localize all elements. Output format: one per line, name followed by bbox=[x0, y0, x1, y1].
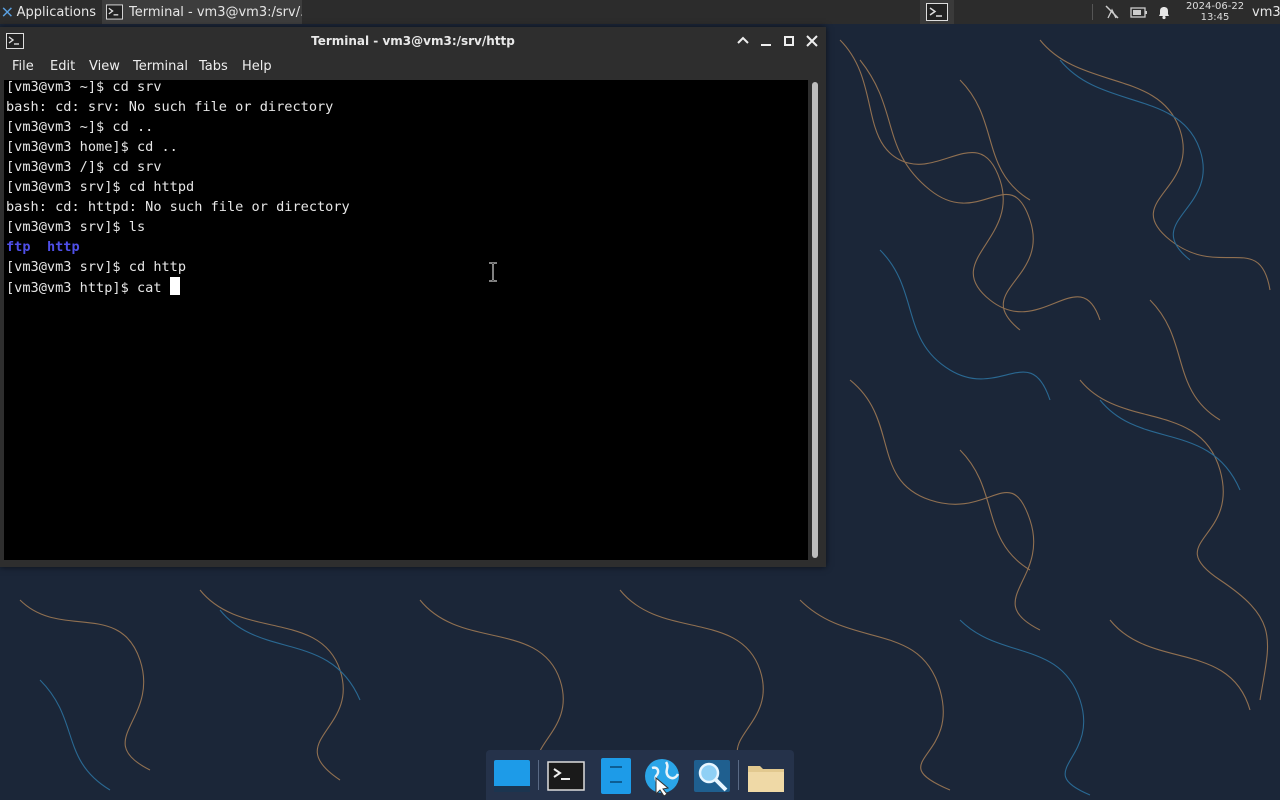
window-title: Terminal - vm3@vm3:/srv/http bbox=[311, 34, 515, 48]
user-menu[interactable]: vm3 bbox=[1252, 0, 1280, 24]
menu-file[interactable]: File bbox=[12, 59, 34, 74]
menu-tabs[interactable]: Tabs bbox=[199, 59, 228, 74]
top-panel: Applications Terminal - vm3@vm3:/srv/...… bbox=[0, 0, 1280, 24]
window-titlebar[interactable]: Terminal - vm3@vm3:/srv/http bbox=[0, 27, 826, 56]
clock-date: 2024-06-22 bbox=[1185, 1, 1245, 12]
menu-bar: File Edit View Terminal Tabs Help bbox=[0, 56, 826, 80]
directory-entry-http: http bbox=[46, 239, 80, 255]
terminal-window: Terminal - vm3@vm3:/srv/http File Edit V… bbox=[0, 27, 826, 567]
dock-separator bbox=[738, 760, 739, 790]
maximize-icon[interactable] bbox=[780, 32, 798, 50]
clock[interactable]: 2024-06-22 13:45 bbox=[1184, 0, 1246, 24]
terminal-current-line: [vm3@vm3 http]$ cat bbox=[6, 277, 180, 297]
network-disconnected-icon[interactable] bbox=[1104, 4, 1120, 20]
terminal-scrollbar[interactable] bbox=[809, 80, 822, 560]
web-browser-icon[interactable] bbox=[642, 756, 682, 796]
panel-terminal-launcher[interactable] bbox=[920, 0, 954, 24]
terminal-line: [vm3@vm3 srv]$ cd httpd bbox=[6, 179, 195, 195]
dock bbox=[486, 750, 794, 800]
terminal-line: bash: cd: srv: No such file or directory bbox=[6, 99, 334, 115]
terminal-line: [vm3@vm3 ~]$ cd srv bbox=[6, 80, 162, 95]
battery-icon[interactable] bbox=[1130, 4, 1148, 20]
current-prompt: [vm3@vm3 http]$ cat bbox=[6, 280, 170, 296]
file-manager-panel-icon[interactable] bbox=[596, 756, 636, 796]
minimize-icon[interactable] bbox=[757, 32, 775, 50]
dock-separator bbox=[538, 760, 539, 790]
taskbar-item-terminal[interactable]: Terminal - vm3@vm3:/srv/... bbox=[102, 0, 302, 24]
clock-time: 13:45 bbox=[1200, 12, 1230, 23]
chevron-up-icon[interactable] bbox=[734, 32, 752, 50]
terminal-line: [vm3@vm3 /]$ cd srv bbox=[6, 159, 162, 175]
folder-icon[interactable] bbox=[746, 756, 786, 796]
scrollbar-thumb[interactable] bbox=[812, 82, 818, 558]
taskbar-item-label: Terminal - vm3@vm3:/srv/... bbox=[128, 4, 302, 20]
ls-output-line: ftp http bbox=[6, 237, 80, 257]
applications-label: Applications bbox=[16, 4, 96, 20]
applications-icon bbox=[2, 7, 12, 17]
terminal-line: [vm3@vm3 srv]$ ls bbox=[6, 219, 146, 235]
terminal-icon bbox=[106, 4, 123, 20]
terminal-line: [vm3@vm3 ~]$ cd .. bbox=[6, 119, 154, 135]
ibeam-cursor-icon bbox=[489, 262, 497, 282]
menu-help[interactable]: Help bbox=[242, 59, 272, 74]
terminal-icon bbox=[926, 3, 948, 21]
terminal-line: [vm3@vm3 home]$ cd .. bbox=[6, 139, 178, 155]
directory-entry-ftp: ftp bbox=[6, 239, 31, 255]
terminal-line: [vm3@vm3 srv]$ cd http bbox=[6, 259, 187, 275]
text-cursor bbox=[169, 277, 180, 295]
terminal-line: bash: cd: httpd: No such file or directo… bbox=[6, 199, 350, 215]
panel-separator bbox=[1092, 4, 1093, 20]
show-desktop-icon[interactable] bbox=[492, 756, 532, 796]
terminal-icon[interactable] bbox=[546, 756, 586, 796]
app-finder-search-icon[interactable] bbox=[692, 756, 732, 796]
menu-edit[interactable]: Edit bbox=[50, 59, 75, 74]
menu-view[interactable]: View bbox=[89, 59, 120, 74]
applications-menu-button[interactable]: Applications bbox=[0, 0, 96, 24]
terminal-output[interactable]: [vm3@vm3 ~]$ cd srv bash: cd: srv: No su… bbox=[4, 80, 808, 560]
close-icon[interactable] bbox=[803, 32, 821, 50]
menu-terminal[interactable]: Terminal bbox=[133, 59, 188, 74]
notification-bell-icon[interactable] bbox=[1156, 4, 1172, 20]
